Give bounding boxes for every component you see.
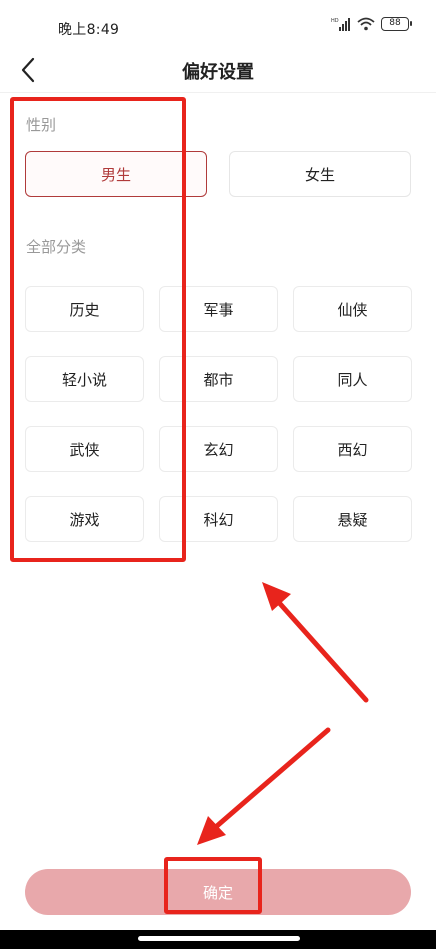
hd-signal-icon: HD	[331, 18, 350, 31]
category-label: 游戏	[69, 510, 100, 529]
category-item[interactable]: 武侠	[25, 426, 144, 472]
battery-icon: 88	[381, 17, 412, 31]
confirm-button-label: 确定	[202, 883, 233, 902]
confirm-button[interactable]: 确定	[25, 869, 411, 915]
category-item[interactable]: 都市	[159, 356, 278, 402]
annotation-arrow-up-head	[262, 582, 291, 611]
category-item[interactable]: 历史	[25, 286, 144, 332]
category-item[interactable]: 仙侠	[293, 286, 412, 332]
system-nav-bar	[0, 930, 436, 949]
categories-section-label: 全部分类	[26, 238, 87, 256]
category-item[interactable]: 玄幻	[159, 426, 278, 472]
annotation-arrow-down	[207, 727, 331, 835]
category-item[interactable]: 军事	[159, 286, 278, 332]
category-item[interactable]: 游戏	[25, 496, 144, 542]
status-icons: HD 88	[331, 17, 412, 31]
category-label: 轻小说	[61, 370, 107, 389]
annotation-arrows	[197, 582, 369, 845]
category-label: 玄幻	[203, 440, 234, 459]
category-label: 武侠	[69, 440, 100, 459]
category-label: 仙侠	[337, 300, 368, 319]
category-label: 军事	[203, 300, 234, 319]
annotation-arrow-up	[271, 594, 369, 703]
category-item[interactable]: 科幻	[159, 496, 278, 542]
status-bar: 晚上8:49 HD 88	[0, 0, 436, 48]
status-time: 晚上8:49	[58, 22, 120, 38]
wifi-icon	[357, 17, 375, 31]
svg-text:HD: HD	[331, 18, 339, 24]
category-label: 同人	[337, 370, 368, 389]
category-label: 西幻	[337, 440, 368, 459]
gender-option-label: 男生	[100, 165, 131, 184]
home-indicator[interactable]	[138, 936, 300, 941]
category-item[interactable]: 西幻	[293, 426, 412, 472]
gender-option-female[interactable]: 女生	[229, 151, 411, 197]
category-label: 科幻	[203, 510, 234, 529]
category-item[interactable]: 同人	[293, 356, 412, 402]
gender-option-male[interactable]: 男生	[25, 151, 207, 197]
category-item[interactable]: 轻小说	[25, 356, 144, 402]
category-label: 历史	[69, 300, 100, 319]
category-item[interactable]: 悬疑	[293, 496, 412, 542]
annotation-arrow-down-head	[197, 816, 226, 845]
gender-section-label: 性别	[26, 116, 57, 134]
page-title: 偏好设置	[182, 62, 254, 83]
header-divider	[0, 92, 436, 93]
category-label: 都市	[203, 370, 234, 389]
gender-option-label: 女生	[304, 165, 335, 184]
category-label: 悬疑	[337, 510, 368, 529]
nav-bar: 偏好设置	[0, 48, 436, 92]
